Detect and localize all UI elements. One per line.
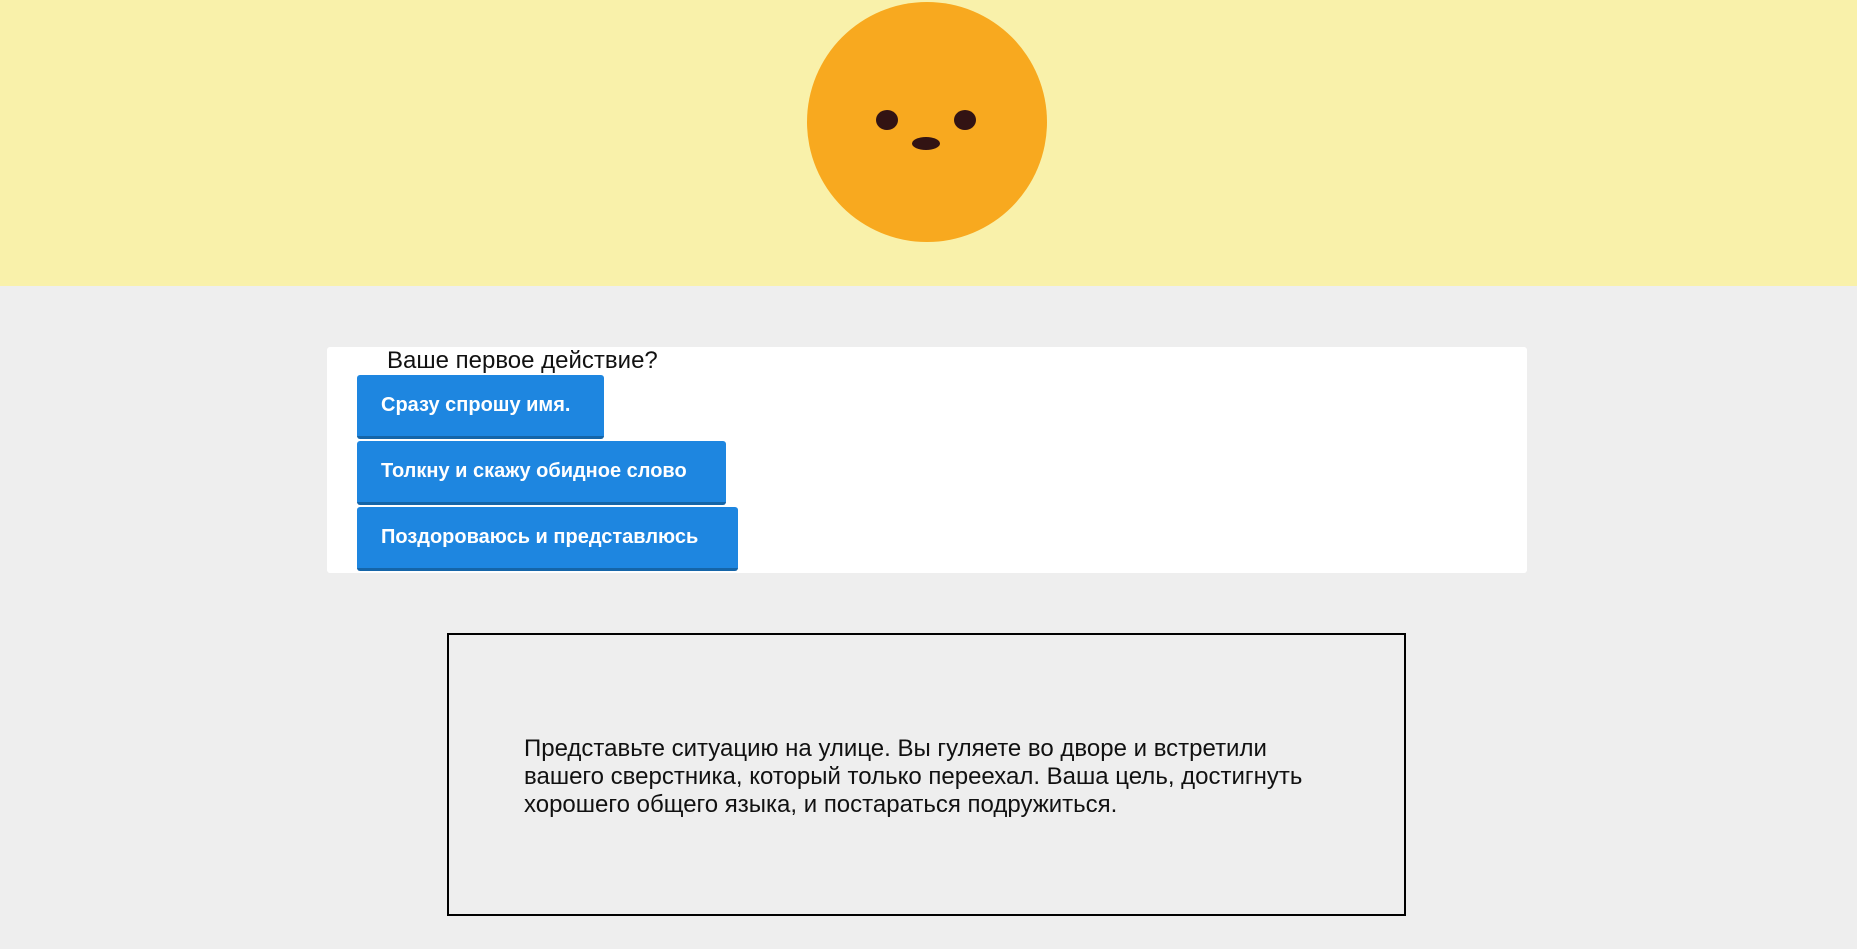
left-eye bbox=[876, 110, 898, 130]
choice-button-ask-name[interactable]: Сразу спрошу имя. bbox=[357, 375, 604, 439]
right-eye bbox=[954, 110, 976, 130]
character-face-icon bbox=[807, 2, 1047, 242]
question-panel: Ваше первое действие? Сразу спрошу имя. … bbox=[327, 347, 1527, 573]
question-text: Ваше первое действие? bbox=[387, 347, 658, 374]
story-box: Представьте ситуацию на улице. Вы гуляет… bbox=[447, 633, 1406, 916]
mouth bbox=[912, 137, 940, 150]
story-text: Представьте ситуацию на улице. Вы гуляет… bbox=[524, 735, 1303, 818]
choice-button-push-insult[interactable]: Толкну и скажу обидное слово bbox=[357, 441, 726, 505]
choice-button-greet-introduce[interactable]: Поздороваюсь и представлюсь bbox=[357, 507, 738, 571]
top-banner bbox=[0, 0, 1857, 286]
